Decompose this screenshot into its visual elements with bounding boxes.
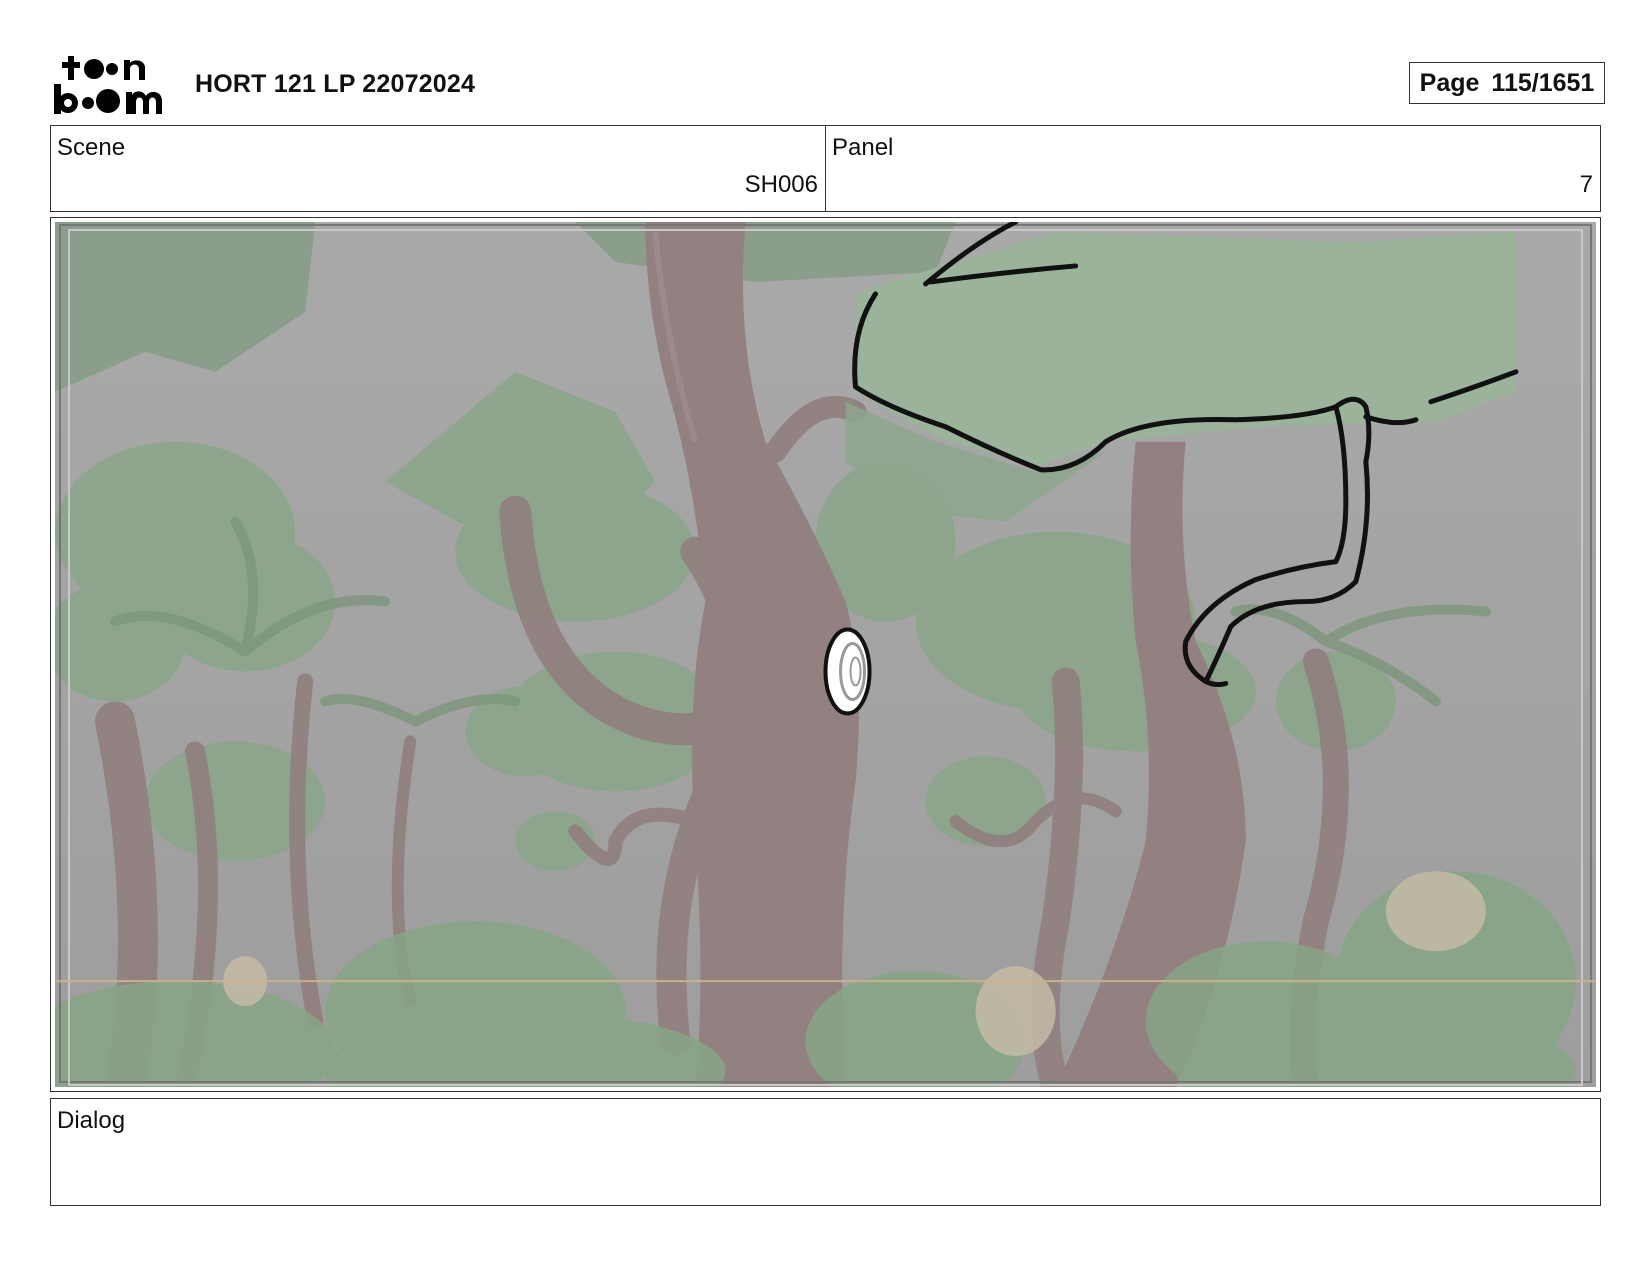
dialog-box: Dialog xyxy=(50,1098,1601,1206)
panel-value: 7 xyxy=(1579,171,1593,198)
panel-cell: Panel 7 xyxy=(825,126,1600,211)
page-label: Page xyxy=(1419,68,1480,97)
scene-panel-info: Scene SH006 Panel 7 xyxy=(50,125,1601,212)
page-number: 115/1651 xyxy=(1491,68,1595,97)
page-indicator: Page 115/1651 xyxy=(1409,62,1605,104)
document-title: HORT 121 LP 22072024 xyxy=(195,70,476,98)
scene-value: SH006 xyxy=(744,171,818,198)
scene-label: Scene xyxy=(57,134,126,161)
scene-cell: Scene SH006 xyxy=(51,126,825,211)
jungle-storyboard-image xyxy=(55,222,1596,1087)
tree-knot xyxy=(823,627,872,716)
panel-label: Panel xyxy=(832,134,894,161)
storyboard-panel-frame xyxy=(50,217,1601,1092)
toon-boom-logo xyxy=(54,56,162,114)
dialog-label: Dialog xyxy=(57,1107,126,1134)
